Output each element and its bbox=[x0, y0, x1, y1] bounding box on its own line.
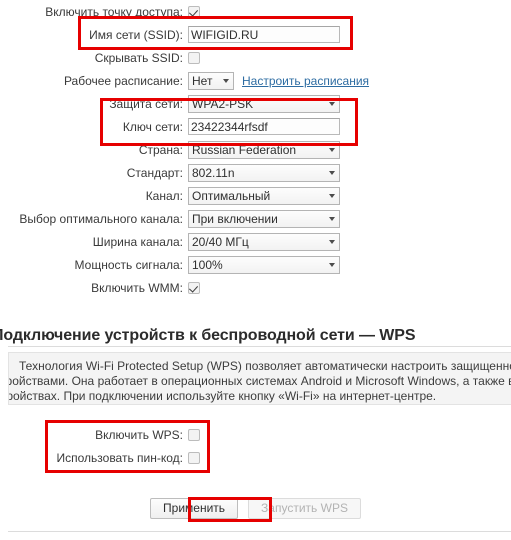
form-row-work-schedule: Рабочее расписание: Нет Настроить расписан… bbox=[0, 69, 511, 92]
optimal-channel-selection-label: Выбор оптимального канала: bbox=[19, 211, 183, 226]
optimal-channel-selection-field: При включении bbox=[188, 209, 340, 228]
network-key-input[interactable] bbox=[188, 118, 340, 135]
signal-power-field: 100% bbox=[188, 255, 340, 274]
standard-field: 802.11n bbox=[188, 163, 340, 182]
channel-width-selected-value: 20/40 МГц bbox=[192, 234, 249, 249]
work-schedule-label: Рабочее расписание: bbox=[63, 73, 183, 88]
wps-info-text: Технология Wi-Fi Protected Setup (WPS) п… bbox=[9, 353, 511, 404]
form-row-enable-wmm: Включить WMM: bbox=[0, 276, 511, 299]
chevron-down-icon bbox=[329, 170, 335, 175]
network-key-field bbox=[188, 118, 340, 135]
wireless-settings-form: Включить точку доступа: Имя сети (SSID): С… bbox=[0, 0, 511, 299]
enable-access-point-label: Включить точку доступа: bbox=[45, 4, 183, 19]
use-pin-code-label: Использовать пин-код: bbox=[56, 450, 183, 465]
country-field: Russian Federation bbox=[188, 140, 340, 159]
work-schedule-field: Нет Настроить расписания bbox=[188, 71, 369, 90]
hide-ssid-checkbox[interactable] bbox=[188, 51, 200, 64]
country-select[interactable]: Russian Federation bbox=[188, 140, 340, 159]
network-security-select[interactable]: WPA2-PSK bbox=[188, 94, 340, 113]
wps-options-form: Включить WPS: Использовать пин-код: bbox=[0, 423, 511, 469]
wps-info-line-3: других устройствах. При подключении испо… bbox=[8, 389, 437, 403]
form-row-ssid: Имя сети (SSID): bbox=[0, 23, 511, 46]
network-key-label: Ключ сети: bbox=[122, 119, 183, 134]
wps-info-box: Технология Wi-Fi Protected Setup (WPS) п… bbox=[8, 352, 511, 405]
hide-ssid-field bbox=[188, 51, 200, 64]
standard-select[interactable]: 802.11n bbox=[188, 163, 340, 182]
form-row-network-key: Ключ сети: bbox=[0, 115, 511, 138]
optimal-channel-selection-selected-value: При включении bbox=[192, 211, 278, 226]
enable-wps-label: Включить WPS: bbox=[95, 427, 183, 442]
form-row-use-pin-code: Использовать пин-код: bbox=[0, 446, 511, 469]
form-row-standard: Стандарт: 802.11n bbox=[0, 161, 511, 184]
form-row-network-security: Защита сети: WPA2-PSK bbox=[0, 92, 511, 115]
network-security-field: WPA2-PSK bbox=[188, 94, 340, 113]
enable-access-point-field bbox=[188, 5, 200, 18]
form-row-signal-power: Мощность сигнала: 100% bbox=[0, 253, 511, 276]
enable-wps-checkbox[interactable] bbox=[188, 428, 200, 441]
chevron-down-icon bbox=[329, 216, 335, 221]
network-security-selected-value: WPA2-PSK bbox=[192, 96, 254, 111]
bottom-divider bbox=[8, 531, 511, 532]
channel-select[interactable]: Оптимальный bbox=[188, 186, 340, 205]
form-row-enable-wps: Включить WPS: bbox=[0, 423, 511, 446]
country-label: Страна: bbox=[138, 142, 183, 157]
enable-wps-field bbox=[188, 428, 200, 441]
channel-field: Оптимальный bbox=[188, 186, 340, 205]
enable-wmm-label: Включить WMM: bbox=[91, 280, 183, 295]
channel-width-field: 20/40 МГц bbox=[188, 232, 340, 251]
network-security-label: Защита сети: bbox=[109, 96, 183, 111]
use-pin-code-field bbox=[188, 451, 200, 464]
chevron-down-icon bbox=[329, 193, 335, 198]
form-row-enable-access-point: Включить точку доступа: bbox=[0, 0, 511, 23]
chevron-down-icon bbox=[329, 239, 335, 244]
signal-power-label: Мощность сигнала: bbox=[74, 257, 183, 272]
apply-button[interactable]: Применить bbox=[150, 498, 239, 519]
work-schedule-configure-link[interactable]: Настроить расписания bbox=[242, 74, 369, 88]
work-schedule-select[interactable]: Нет bbox=[188, 71, 234, 90]
channel-label: Канал: bbox=[145, 188, 183, 203]
work-schedule-selected-value: Нет bbox=[192, 73, 213, 88]
form-row-channel: Канал: Оптимальный bbox=[0, 184, 511, 207]
channel-width-label: Ширина канала: bbox=[92, 234, 183, 249]
optimal-channel-selection-select[interactable]: При включении bbox=[188, 209, 340, 228]
chevron-down-icon bbox=[329, 101, 335, 106]
chevron-down-icon bbox=[329, 262, 335, 267]
action-button-row: Применить Запустить WPS bbox=[0, 498, 511, 519]
hide-ssid-label: Скрывать SSID: bbox=[94, 50, 183, 65]
signal-power-select[interactable]: 100% bbox=[188, 255, 340, 274]
wps-heading-divider bbox=[8, 346, 511, 347]
form-row-hide-ssid: Скрывать SSID: bbox=[0, 46, 511, 69]
enable-wmm-field bbox=[188, 281, 200, 294]
form-row-optimal-channel-selection: Выбор оптимального канала: При включении bbox=[0, 207, 511, 230]
standard-selected-value: 802.11n bbox=[192, 165, 235, 180]
form-row-channel-width: Ширина канала: 20/40 МГц bbox=[0, 230, 511, 253]
ssid-label: Имя сети (SSID): bbox=[89, 27, 183, 42]
chevron-down-icon bbox=[329, 147, 335, 152]
country-selected-value: Russian Federation bbox=[192, 142, 297, 157]
wps-info-line-2: между устройствами. Она работает в опера… bbox=[9, 374, 511, 388]
standard-label: Стандарт: bbox=[126, 165, 183, 180]
chevron-down-icon bbox=[223, 78, 229, 83]
ssid-field bbox=[188, 26, 340, 43]
channel-width-select[interactable]: 20/40 МГц bbox=[188, 232, 340, 251]
enable-wmm-checkbox[interactable] bbox=[188, 281, 200, 294]
wps-section-heading: Подключение устройств к беспроводной сет… bbox=[0, 327, 416, 344]
form-row-country: Страна: Russian Federation bbox=[0, 138, 511, 161]
enable-access-point-checkbox[interactable] bbox=[188, 5, 200, 18]
wps-info-line-1: Технология Wi-Fi Protected Setup (WPS) п… bbox=[19, 359, 511, 373]
channel-selected-value: Оптимальный bbox=[192, 188, 271, 203]
signal-power-selected-value: 100% bbox=[192, 257, 223, 272]
use-pin-code-checkbox[interactable] bbox=[188, 451, 200, 464]
ssid-input[interactable] bbox=[188, 26, 340, 43]
start-wps-button: Запустить WPS bbox=[248, 498, 361, 519]
